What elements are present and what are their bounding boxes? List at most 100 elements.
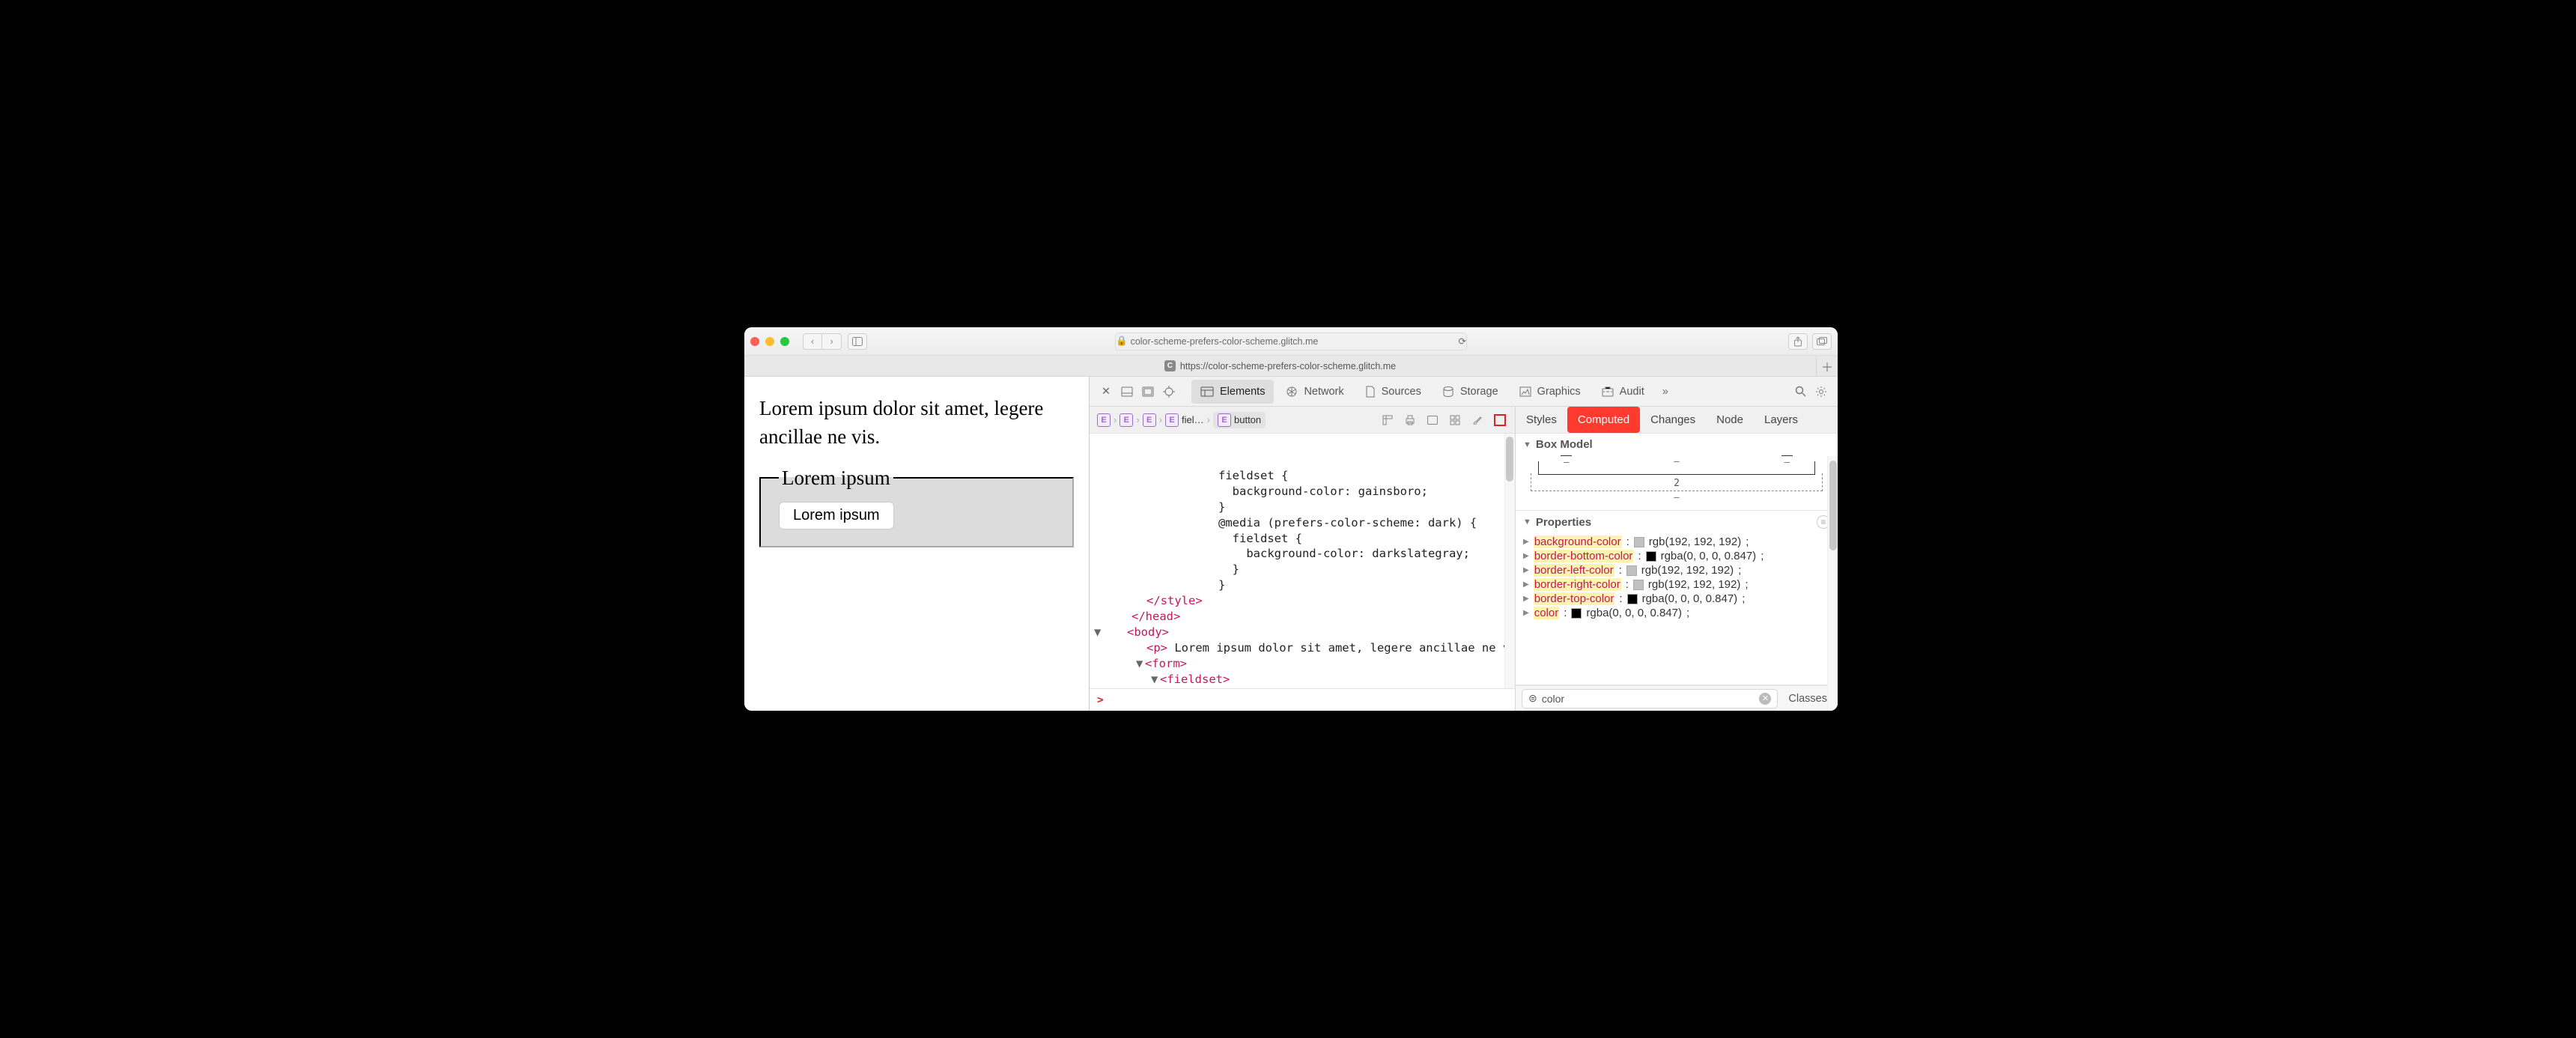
favicon: C	[1164, 360, 1176, 371]
close-devtools-button[interactable]: ✕	[1097, 383, 1115, 401]
page-form: Lorem ipsum Lorem ipsum	[759, 467, 1074, 547]
target-button[interactable]	[1160, 383, 1178, 401]
color-swatch[interactable]	[1627, 594, 1638, 604]
tab-sources[interactable]: Sources	[1356, 380, 1430, 404]
color-swatch[interactable]	[1646, 551, 1656, 562]
dom-panel: E› E› E› Efiel…› Ebutton	[1090, 407, 1516, 711]
tab-changes[interactable]: Changes	[1640, 407, 1706, 433]
search-icon	[1795, 386, 1806, 397]
tabs-overview-button[interactable]	[1812, 333, 1832, 350]
storage-icon	[1442, 386, 1454, 398]
tab-computed[interactable]: Computed	[1567, 407, 1640, 433]
console-prompt[interactable]: >	[1090, 688, 1515, 711]
graphics-icon	[1519, 386, 1531, 397]
prop-row[interactable]: ▶background-color:rgb(192, 192, 192);	[1522, 535, 1832, 549]
box-model-header[interactable]: ▼Box Model	[1516, 434, 1838, 455]
properties-header[interactable]: ▼Properties≡	[1516, 511, 1838, 533]
filter-row: ⊜ color ✕ Classes	[1516, 685, 1838, 711]
dock-side-icon	[1142, 386, 1154, 397]
tab-node[interactable]: Node	[1706, 407, 1754, 433]
settings-button[interactable]	[1812, 383, 1830, 401]
page-paragraph: Lorem ipsum dolor sit amet, legere ancil…	[759, 395, 1074, 452]
window-controls	[750, 337, 789, 346]
forward-button[interactable]: ›	[822, 333, 842, 350]
zoom-window-button[interactable]	[780, 337, 789, 346]
crumb-html[interactable]: E	[1097, 413, 1111, 427]
reload-icon[interactable]: ⟳	[1459, 336, 1466, 347]
color-swatch[interactable]	[1571, 608, 1582, 619]
titlebar: ‹ › 🔒 color-scheme-prefers-color-scheme.…	[744, 327, 1838, 356]
properties-list: ▶background-color:rgb(192, 192, 192); ▶b…	[1516, 533, 1838, 626]
crumb-form[interactable]: E	[1143, 413, 1156, 427]
filter-input[interactable]: ⊜ color ✕	[1522, 689, 1778, 708]
prop-row[interactable]: ▶color:rgba(0, 0, 0, 0.847);	[1522, 606, 1832, 620]
crumb-body[interactable]: E	[1120, 413, 1133, 427]
properties-section: ▼Properties≡ ▶background-color:rgb(192, …	[1516, 511, 1838, 685]
minimize-window-button[interactable]	[765, 337, 774, 346]
address-bar[interactable]: 🔒 color-scheme-prefers-color-scheme.glit…	[1115, 333, 1467, 350]
url-text: color-scheme-prefers-color-scheme.glitch…	[1131, 336, 1319, 347]
print-icon	[1404, 414, 1416, 426]
sidebar-toggle-button[interactable]	[848, 333, 867, 350]
color-swatch[interactable]	[1634, 537, 1644, 547]
tab-layers[interactable]: Layers	[1754, 407, 1808, 433]
compositing-button[interactable]	[1492, 413, 1507, 428]
devtools-tabbar: ✕ Elements Network Sources	[1090, 377, 1838, 407]
scrollbar-track[interactable]	[1504, 434, 1515, 688]
tab-network[interactable]: Network	[1277, 380, 1352, 404]
network-icon	[1286, 386, 1298, 398]
tab-strip: C https://color-scheme-prefers-color-sch…	[744, 356, 1838, 377]
box-model-section: ▼Box Model ––– 2 –	[1516, 434, 1838, 511]
close-window-button[interactable]	[750, 337, 759, 346]
paint-button[interactable]	[1470, 413, 1485, 428]
prop-row[interactable]: ▶border-top-color:rgba(0, 0, 0, 0.847);	[1522, 592, 1832, 606]
tab-styles[interactable]: Styles	[1516, 407, 1567, 433]
dom-tree[interactable]: fieldset { background-color: gainsboro; …	[1090, 434, 1515, 688]
page-button[interactable]: Lorem ipsum	[779, 502, 894, 529]
prop-row[interactable]: ▶border-right-color:rgb(192, 192, 192);	[1522, 577, 1832, 592]
rendered-page: Lorem ipsum dolor sit amet, legere ancil…	[744, 377, 1089, 711]
rulers-button[interactable]	[1380, 413, 1395, 428]
share-button[interactable]	[1788, 333, 1808, 350]
clear-filter-button[interactable]: ✕	[1759, 693, 1771, 705]
tab-elements[interactable]: Elements	[1191, 380, 1274, 404]
more-tabs-button[interactable]: »	[1656, 383, 1674, 401]
dock-side-button[interactable]	[1139, 383, 1157, 401]
styles-tabbar: Styles Computed Changes Node Layers	[1516, 407, 1838, 434]
brush-icon	[1471, 414, 1483, 426]
sidebar-scrollbar[interactable]	[1827, 456, 1838, 711]
grid-icon	[1450, 415, 1460, 425]
crumb-fieldset[interactable]: Efiel…	[1165, 413, 1204, 427]
scrollbar-thumb[interactable]	[1506, 437, 1513, 482]
layout-grid-button[interactable]	[1448, 413, 1462, 428]
tabs-icon	[1817, 337, 1827, 346]
nav-back-forward: ‹ ›	[803, 333, 842, 350]
classes-button[interactable]: Classes	[1784, 693, 1832, 705]
page-fieldset: Lorem ipsum Lorem ipsum	[759, 467, 1074, 547]
rulers-icon	[1382, 414, 1394, 426]
tab-audit[interactable]: Audit	[1593, 380, 1653, 404]
devtools: ✕ Elements Network Sources	[1089, 377, 1838, 711]
search-button[interactable]	[1791, 383, 1809, 401]
prop-row[interactable]: ▶border-left-color:rgb(192, 192, 192);	[1522, 563, 1832, 577]
breadcrumb: E› E› E› Efiel…› Ebutton	[1090, 407, 1515, 434]
tab-graphics[interactable]: Graphics	[1510, 380, 1590, 404]
force-state-button[interactable]	[1425, 413, 1440, 428]
prop-row[interactable]: ▶border-bottom-color:rgba(0, 0, 0, 0.847…	[1522, 549, 1832, 563]
tab-storage[interactable]: Storage	[1433, 380, 1507, 404]
styles-panel: Styles Computed Changes Node Layers ▼Box…	[1516, 407, 1838, 711]
gear-icon	[1815, 386, 1827, 398]
color-swatch[interactable]	[1626, 565, 1637, 576]
print-styles-button[interactable]	[1403, 413, 1418, 428]
safari-window: ‹ › 🔒 color-scheme-prefers-color-scheme.…	[744, 327, 1838, 711]
back-button[interactable]: ‹	[803, 333, 822, 350]
browser-tab[interactable]: C https://color-scheme-prefers-color-sch…	[744, 356, 1817, 376]
color-swatch[interactable]	[1633, 580, 1644, 590]
sidebar-icon	[852, 337, 863, 346]
dock-bottom-button[interactable]	[1118, 383, 1136, 401]
box-model-diagram: ––– 2 –	[1516, 455, 1838, 510]
crumb-button[interactable]: Ebutton	[1213, 412, 1266, 428]
tab-title: https://color-scheme-prefers-color-schem…	[1180, 361, 1396, 371]
new-tab-button[interactable]: ＋	[1817, 357, 1838, 375]
audit-icon	[1602, 386, 1614, 397]
